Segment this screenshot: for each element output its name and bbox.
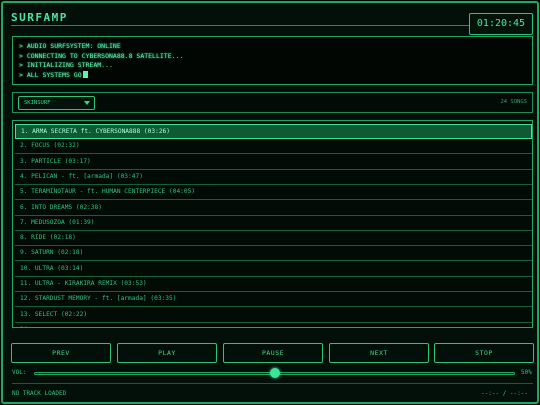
console-line-last: > ALL SYSTEMS GO	[19, 70, 526, 81]
stop-button[interactable]: STOP	[434, 343, 534, 363]
track-row[interactable]: 4. PELICAN - ft. [armada] (03:47)	[15, 170, 532, 185]
track-row[interactable]: 11. ULTRA - KIRAKIRA REMIX (03:53)	[15, 277, 532, 292]
app-title: SURFAMP	[11, 11, 68, 24]
status-divider	[12, 383, 533, 384]
track-row[interactable]: 9. SATURN (02:18)	[15, 246, 532, 262]
clock-display: 01:20:45	[469, 13, 533, 35]
track-row[interactable]: 7. MEDUSOZOA (01:39)	[15, 216, 532, 231]
console-line: > CONNECTING TO CYBERSONA88.8 SATELLITE.…	[19, 51, 184, 60]
pause-button[interactable]: PAUSE	[223, 343, 323, 363]
title-divider	[11, 25, 469, 26]
console-line: > AUDIO SURFSYSTEM: ONLINE	[19, 42, 121, 50]
playlist-select-value: SKINSURF	[24, 100, 51, 106]
track-row[interactable]: 8. RIDE (02:18)	[15, 231, 532, 247]
app-window: SURFAMP 01:20:45 > AUDIO SURFSYSTEM: ONL…	[1, 1, 539, 404]
track-row[interactable]: 14. ...	[15, 323, 532, 327]
playback-time: --:-- / --:--	[481, 390, 528, 397]
console-log: > AUDIO SURFSYSTEM: ONLINE > CONNECTING …	[12, 36, 533, 85]
volume-slider-handle[interactable]	[269, 368, 280, 378]
volume-label: VOL:	[12, 369, 27, 376]
next-button[interactable]: NEXT	[329, 343, 429, 363]
track-row[interactable]: 2. FOCUS (02:32)	[15, 139, 532, 155]
track-row[interactable]: 13. SELECT (02:22)	[15, 308, 532, 323]
volume-value: 50%	[521, 369, 532, 376]
now-playing-status: NO TRACK LOADED	[12, 390, 67, 397]
song-count: 24 SONGS	[500, 99, 528, 105]
playlist[interactable]: 1. ARMA SECRETA ft. CYBERSONA888 (03:26)…	[12, 120, 533, 328]
track-row-active[interactable]: 1. ARMA SECRETA ft. CYBERSONA888 (03:26)	[15, 124, 532, 139]
playlist-toolbar: SKINSURF 24 SONGS	[12, 92, 533, 113]
console-line-text: > ALL SYSTEMS GO	[19, 70, 82, 79]
track-row[interactable]: 12. STARDUST MEMORY - ft. [armada] (03:3…	[15, 292, 532, 308]
playlist-select[interactable]: SKINSURF	[18, 96, 95, 110]
prev-button[interactable]: PREV	[11, 343, 111, 363]
cursor-block	[82, 70, 88, 78]
track-row[interactable]: 10. ULTRA (03:14)	[15, 262, 532, 277]
console-line: > INITIALIZING STREAM...	[19, 61, 113, 69]
track-row[interactable]: 3. PARTICLE (03:17)	[15, 155, 532, 170]
play-button[interactable]: PLAY	[117, 343, 217, 363]
track-row[interactable]: 6. INTO DREAMS (02:38)	[15, 201, 532, 216]
track-row[interactable]: 5. TERAMINOTAUR - ft. HUMAN CENTERPIECE …	[15, 185, 532, 201]
chevron-down-icon	[84, 101, 90, 105]
